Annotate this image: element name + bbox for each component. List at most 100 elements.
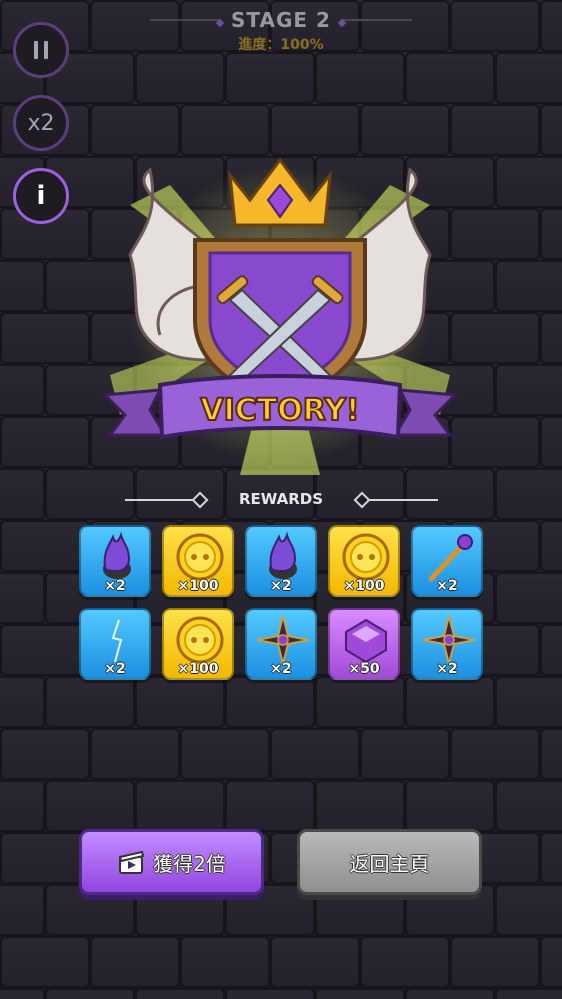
wall-brick [135,988,225,999]
wall-brick [180,728,270,780]
reward-card: ×100 [328,525,400,597]
speed-label: x2 [27,110,55,136]
wall-brick [0,416,90,468]
wall-brick [405,676,495,728]
return-home-button[interactable]: 返回主頁 [297,829,482,895]
reward-quantity: ×2 [270,661,292,677]
wall-brick [495,364,562,416]
wall-brick [90,936,180,988]
wall-brick [315,988,405,999]
wall-brick [0,364,45,416]
progress-label: 進度：100% [238,37,324,53]
wall-brick [495,156,562,208]
gold-coin-icon [342,533,390,581]
wall-brick [0,988,45,999]
reward-card: ×100 [162,525,234,597]
wall-brick [405,52,495,104]
purple-flame-icon [103,531,131,579]
wall-brick [315,780,405,832]
victory-text: VICTORY! [200,393,359,428]
wall-brick [45,676,135,728]
reward-quantity: ×50 [348,661,380,677]
shuriken-cross-icon [422,615,476,665]
stage-label: STAGE 2 [231,8,331,32]
wall-brick [45,780,135,832]
wall-brick [495,780,562,832]
pause-icon [34,41,48,59]
magic-staff-icon [428,534,473,582]
wall-brick [0,572,45,624]
reward-card: ×100 [162,608,234,680]
wall-brick [0,312,90,364]
wall-brick [540,728,562,780]
speed-button[interactable]: x2 [13,95,69,151]
pause-button[interactable] [13,22,69,78]
reward-quantity: ×100 [343,578,385,594]
wall-brick [540,208,562,260]
wall-brick [315,676,405,728]
return-home-label: 返回主頁 [349,851,430,876]
rewards-line-right [368,499,438,501]
victory-emblem: VICTORY! [101,157,459,475]
reward-quantity: ×2 [270,578,292,594]
wall-brick [495,572,562,624]
stage-header: STAGE 2 進度：100% [0,8,562,54]
rewards-title: REWARDS [238,490,324,508]
wall-brick [450,936,540,988]
reward-card: ×2 [411,525,483,597]
wall-brick [135,780,225,832]
wall-brick [405,988,495,999]
wall-brick [495,676,562,728]
wall-brick [270,728,360,780]
reward-quantity: ×2 [104,661,126,677]
wall-brick [0,832,90,884]
wall-brick [225,988,315,999]
info-icon: i [36,181,46,211]
wall-brick [540,520,562,572]
reward-card: ×2 [411,608,483,680]
wall-brick [315,52,405,104]
wall-brick [360,936,450,988]
reward-quantity: ×2 [436,661,458,677]
wall-brick [495,260,562,312]
wall-brick [270,936,360,988]
double-reward-label: 獲得2倍 [153,851,226,876]
wall-brick [495,884,562,936]
wall-brick [540,104,562,156]
wall-brick [225,676,315,728]
wall-brick [0,884,45,936]
double-reward-button[interactable]: 獲得2倍 [79,829,264,895]
wall-brick [405,780,495,832]
purple-flame-icon [269,531,297,579]
wall-brick [0,936,90,988]
reward-quantity: ×100 [177,661,219,677]
shuriken-cross-icon [256,615,310,665]
wall-brick [225,52,315,104]
reward-quantity: ×2 [436,578,458,594]
wall-brick [540,832,562,884]
info-button[interactable]: i [13,168,69,224]
reward-quantity: ×2 [104,578,126,594]
reward-quantity: ×100 [177,578,219,594]
diamond-icon [337,18,347,27]
purple-gem-icon [345,618,387,664]
wall-brick [225,780,315,832]
wall-brick [540,416,562,468]
diamond-icon [215,18,225,27]
reward-card: ×2 [79,525,151,597]
wall-brick [0,676,45,728]
wall-brick [135,52,225,104]
wall-brick [0,520,90,572]
wall-brick [0,780,45,832]
reward-card: ×2 [245,608,317,680]
wall-brick [135,676,225,728]
reward-card: ×2 [79,608,151,680]
wall-brick [495,52,562,104]
lightning-icon [111,619,123,663]
wall-brick [540,624,562,676]
wall-brick [0,260,45,312]
wall-brick [540,936,562,988]
reward-card: ×2 [245,525,317,597]
wall-brick [0,728,90,780]
gold-coin-icon [176,533,224,581]
